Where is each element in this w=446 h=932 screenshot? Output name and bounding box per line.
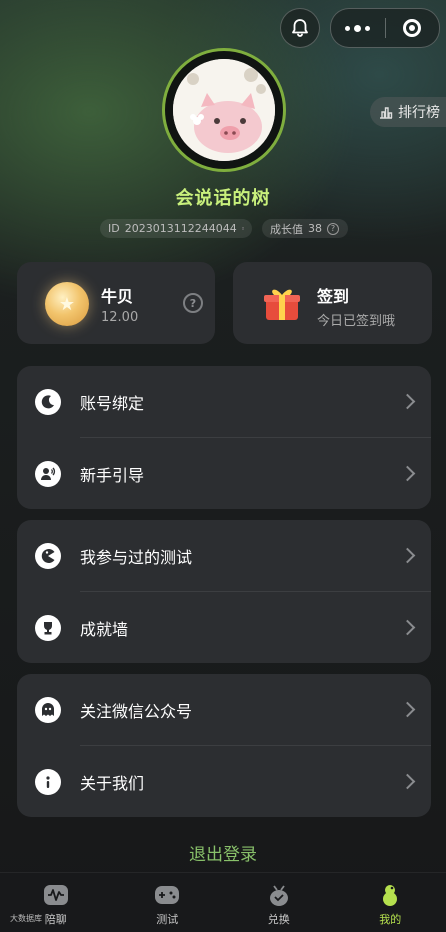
coin-balance-card[interactable]: ★ 牛贝 12.00 ? (17, 262, 215, 344)
coin-icon: ★ (45, 282, 89, 326)
tab-exchange[interactable]: 兑换 (223, 873, 335, 932)
checkin-card[interactable]: 签到 今日已签到哦 (233, 262, 432, 344)
growth-value-chip[interactable]: 成长值 38 ? (262, 219, 348, 238)
id-label: ID (108, 222, 120, 235)
menu-label: 关于我们 (80, 770, 144, 794)
chevron-right-icon (400, 394, 416, 410)
menu-label: 成就墙 (80, 616, 128, 640)
menu-item-account-binding[interactable]: 账号绑定 (17, 366, 431, 437)
tab-label: 兑换 (268, 911, 290, 927)
chevron-right-icon (400, 466, 416, 482)
tab-label: 陪聊 (45, 911, 67, 927)
menu-item-tests-taken[interactable]: 我参与过的测试 (17, 520, 431, 591)
growth-label: 成长值 (270, 221, 303, 237)
tab-label: 我的 (379, 911, 401, 927)
menu-item-beginner-guide[interactable]: 新手引导 (17, 438, 431, 509)
more-menu-button[interactable] (331, 9, 385, 47)
menu-group-activity: 我参与过的测试 成就墙 (17, 520, 431, 663)
chevron-right-icon (400, 548, 416, 564)
gourd-icon (377, 883, 403, 907)
user-id-chip[interactable]: ID 2023013112244044 (100, 219, 252, 238)
menu-label: 账号绑定 (80, 390, 144, 414)
menu-item-achievement-wall[interactable]: 成就墙 (17, 592, 431, 663)
avatar (173, 59, 275, 161)
user-name: 会说话的树 (0, 184, 446, 210)
bag-icon (266, 883, 292, 907)
close-miniprogram-button[interactable] (386, 9, 440, 47)
copy-icon[interactable] (242, 223, 244, 234)
menu-item-about-us[interactable]: 关于我们 (17, 746, 431, 817)
more-dots-icon (345, 25, 370, 32)
miniprogram-capsule (330, 8, 440, 48)
question-icon: ? (327, 223, 339, 235)
pig-avatar-icon (173, 59, 275, 161)
growth-value: 38 (308, 222, 322, 235)
bar-chart-icon (379, 106, 393, 119)
menu-group-info: 关注微信公众号 关于我们 (17, 674, 431, 817)
notification-bell-button[interactable] (280, 8, 320, 48)
checkin-title: 签到 (317, 283, 349, 307)
waveform-icon (43, 883, 69, 907)
avatar-frame[interactable] (162, 48, 286, 172)
chevron-right-icon (400, 620, 416, 636)
menu-label: 我参与过的测试 (80, 544, 192, 568)
trophy-icon (35, 615, 61, 641)
bottom-tab-bar: 陪聊 测试 兑换 我的 (0, 872, 446, 932)
leaderboard-label: 排行榜 (398, 102, 440, 122)
menu-group-account: 账号绑定 新手引导 (17, 366, 431, 509)
logout-button[interactable]: 退出登录 (0, 840, 446, 865)
checkin-status: 今日已签到哦 (317, 310, 395, 329)
tab-label: 测试 (156, 911, 178, 927)
info-icon (35, 769, 61, 795)
menu-label: 新手引导 (80, 462, 144, 486)
tab-tests[interactable]: 测试 (112, 873, 224, 932)
menu-item-follow-wechat[interactable]: 关注微信公众号 (17, 674, 431, 745)
id-value: 2023013112244044 (125, 222, 237, 235)
moon-icon (35, 389, 61, 415)
pacman-icon (35, 543, 61, 569)
menu-label: 关注微信公众号 (80, 698, 192, 722)
ghost-icon (35, 697, 61, 723)
help-circle-icon[interactable]: ? (183, 293, 203, 313)
coin-value: 12.00 (101, 310, 138, 325)
chevron-right-icon (400, 702, 416, 718)
coin-title: 牛贝 (101, 283, 133, 307)
chevron-right-icon (400, 774, 416, 790)
bell-icon (291, 18, 309, 38)
tab-mine[interactable]: 我的 (335, 873, 446, 932)
leaderboard-button[interactable]: 排行榜 (370, 97, 446, 127)
gamepad-icon (154, 883, 180, 907)
watermark-text: 大数据库 (10, 913, 42, 924)
gift-box-icon (261, 286, 303, 322)
user-speaker-icon (35, 461, 61, 487)
target-icon (403, 19, 421, 37)
